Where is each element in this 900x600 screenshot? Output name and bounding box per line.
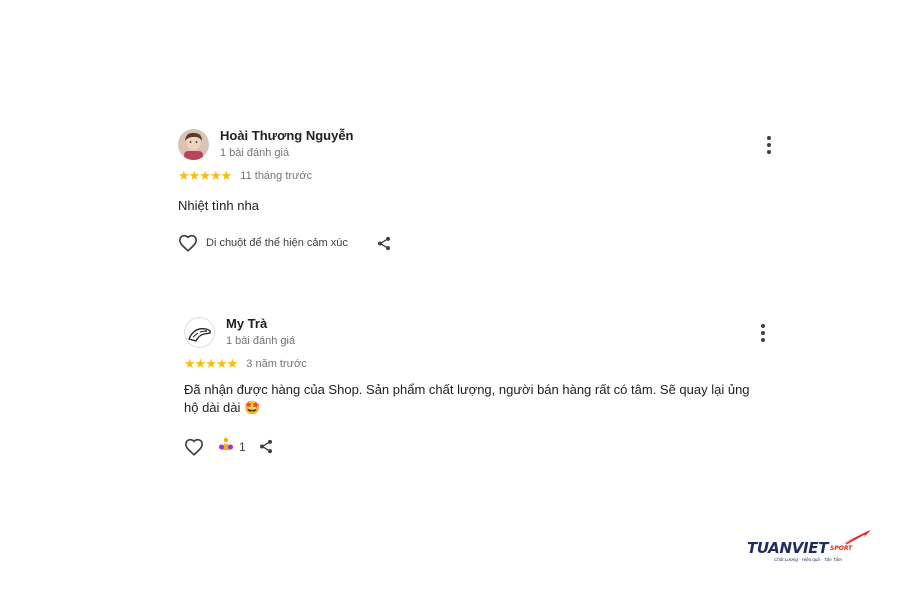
author-name[interactable]: My Trà — [226, 316, 295, 332]
heart-outline-icon[interactable] — [184, 438, 204, 456]
logo-suffix: SPORT — [830, 545, 853, 552]
review-card: My Trà 1 bài đánh giá ★★★★★ 3 năm trước … — [184, 316, 784, 456]
thank-you-reaction-icon — [218, 437, 234, 456]
author-review-count: 1 bài đánh giá — [226, 335, 296, 347]
rating-row: ★★★★★ 3 năm trước — [184, 357, 784, 371]
logo-tagline: Chất Lượng - Hiệu quả - Tận Tâm — [774, 557, 842, 562]
author-review-count: 1 bài đánh giá — [220, 147, 290, 159]
review-time: 11 tháng trước — [240, 170, 313, 182]
reaction-hint: Di chuột để thể hiện cảm xúc — [206, 237, 348, 249]
review-text: Nhiệt tình nha — [178, 198, 259, 213]
review-time: 3 năm trước — [246, 358, 307, 370]
heart-outline-icon[interactable] — [178, 234, 198, 252]
reaction-count: 1 — [239, 439, 246, 454]
author-avatar[interactable] — [178, 129, 209, 160]
review-text: Đã nhận được hàng của Shop. Sản phẩm chấ… — [184, 382, 750, 415]
review-header: My Trà 1 bài đánh giá — [184, 316, 784, 348]
more-vert-icon[interactable] — [754, 322, 772, 344]
review-card: Hoài Thương Nguyễn 1 bài đánh giá ★★★★★ … — [178, 128, 778, 252]
star-rating: ★★★★★ — [178, 168, 232, 183]
logo-name: TUANVIET — [747, 539, 829, 557]
review-header: Hoài Thương Nguyễn 1 bài đánh giá — [178, 128, 778, 160]
reviews-page: Hoài Thương Nguyễn 1 bài đánh giá ★★★★★ … — [0, 0, 900, 600]
author-avatar[interactable] — [184, 317, 215, 348]
star-rating: ★★★★★ — [184, 356, 238, 371]
share-icon[interactable] — [258, 438, 274, 455]
author-name[interactable]: Hoài Thương Nguyễn — [220, 128, 354, 144]
rating-row: ★★★★★ 11 tháng trước — [178, 169, 778, 183]
tuanviet-sport-logo: TUANVIET SPORT Chất Lượng - Hiệu quả - T… — [744, 529, 878, 567]
more-vert-icon[interactable] — [760, 134, 778, 156]
share-icon[interactable] — [376, 235, 392, 252]
reaction-summary[interactable]: 1 — [218, 437, 246, 456]
review-actions: 1 — [184, 437, 784, 456]
review-actions: Di chuột để thể hiện cảm xúc — [178, 234, 778, 252]
